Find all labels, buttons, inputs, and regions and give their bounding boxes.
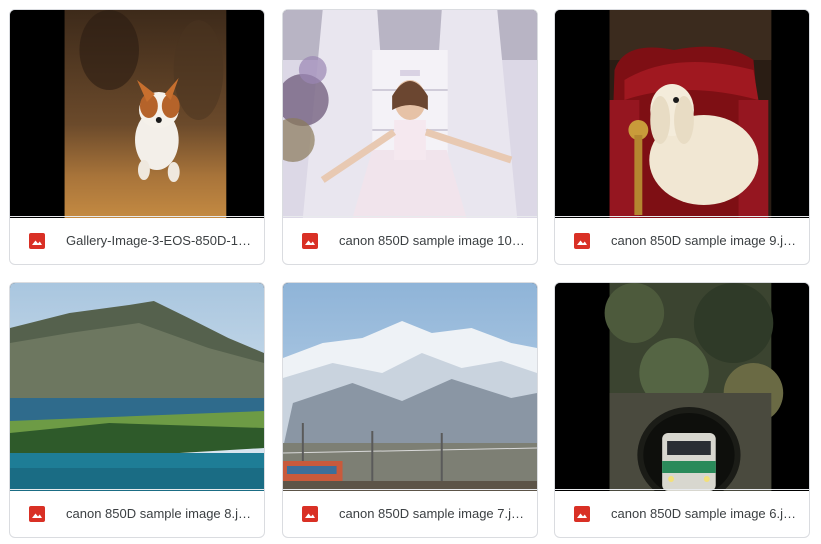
file-card[interactable]: canon 850D sample image 10.... — [282, 9, 538, 265]
file-thumbnail[interactable] — [555, 10, 809, 218]
train-tunnel-image — [555, 283, 809, 491]
file-footer: Gallery-Image-3-EOS-850D-14... — [10, 216, 264, 264]
file-thumbnail[interactable] — [283, 283, 537, 491]
file-card[interactable]: canon 850D sample image 7.jpg — [282, 282, 538, 538]
image-file-icon — [302, 232, 318, 249]
file-thumbnail[interactable] — [555, 283, 809, 491]
image-file-icon — [574, 505, 590, 522]
lake-mountain-image — [10, 283, 264, 491]
image-file-icon — [29, 232, 45, 249]
girl-staircase-image — [283, 10, 537, 218]
file-card[interactable]: canon 850D sample image 6.jpg — [554, 282, 810, 538]
snowy-mountains-train-image — [283, 283, 537, 491]
file-name[interactable]: Gallery-Image-3-EOS-850D-14... — [66, 233, 252, 248]
file-name[interactable]: canon 850D sample image 7.jpg — [339, 506, 525, 521]
image-file-icon — [302, 505, 318, 522]
file-name[interactable]: canon 850D sample image 6.jpg — [611, 506, 797, 521]
file-card[interactable]: canon 850D sample image 9.jpg — [554, 9, 810, 265]
file-name[interactable]: canon 850D sample image 8.jpg — [66, 506, 252, 521]
file-footer: canon 850D sample image 8.jpg — [10, 489, 264, 537]
file-footer: canon 850D sample image 7.jpg — [283, 489, 537, 537]
jumping-dog-image — [10, 10, 264, 218]
file-footer: canon 850D sample image 6.jpg — [555, 489, 809, 537]
file-card[interactable]: canon 850D sample image 8.jpg — [9, 282, 265, 538]
file-name[interactable]: canon 850D sample image 10.... — [339, 233, 525, 248]
file-footer: canon 850D sample image 9.jpg — [555, 216, 809, 264]
file-grid: Gallery-Image-3-EOS-850D-14... canon 850… — [0, 0, 821, 544]
afghan-hound-chair-image — [555, 10, 809, 218]
file-name[interactable]: canon 850D sample image 9.jpg — [611, 233, 797, 248]
file-card[interactable]: Gallery-Image-3-EOS-850D-14... — [9, 9, 265, 265]
image-file-icon — [574, 232, 590, 249]
file-footer: canon 850D sample image 10.... — [283, 216, 537, 264]
file-thumbnail[interactable] — [10, 10, 264, 218]
image-file-icon — [29, 505, 45, 522]
file-thumbnail[interactable] — [10, 283, 264, 491]
file-thumbnail[interactable] — [283, 10, 537, 218]
